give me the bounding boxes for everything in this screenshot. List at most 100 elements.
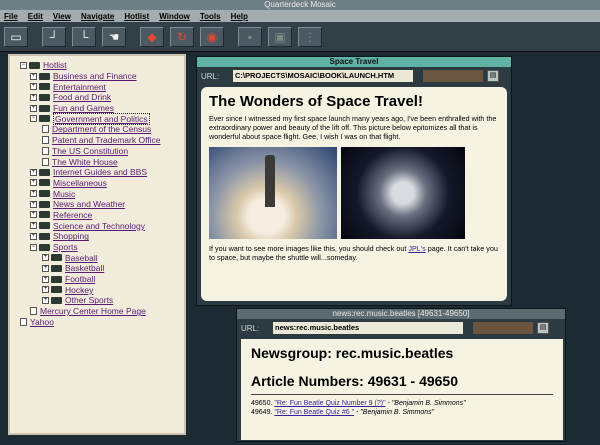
- hotlist-item[interactable]: + Basketball: [20, 263, 180, 274]
- hotlist-item[interactable]: Yahoo: [20, 317, 180, 328]
- hotlist-item-label[interactable]: Mercury Center Home Page: [40, 306, 146, 316]
- hotlist-item-label[interactable]: Department of the Census: [52, 124, 151, 134]
- hotlist-item[interactable]: + Music: [20, 188, 180, 199]
- hotlist-item[interactable]: + Shopping: [20, 231, 180, 242]
- back-button[interactable]: ┘: [42, 26, 66, 47]
- hand-button[interactable]: ☚: [102, 26, 126, 47]
- expand-icon[interactable]: +: [30, 211, 37, 219]
- collapse-icon[interactable]: −: [30, 115, 37, 123]
- hotlist-item[interactable]: + Baseball: [20, 252, 180, 263]
- hotlist-item[interactable]: + Other Sports: [20, 295, 180, 306]
- document-icon[interactable]: ▤: [487, 70, 499, 82]
- url-input[interactable]: C:\PROJECTS\MOSAIC\BOOK\LAUNCH.HTM: [233, 70, 413, 82]
- expand-icon[interactable]: +: [42, 254, 49, 262]
- hotlist-item-label[interactable]: Internet Guides and BBS: [53, 167, 147, 177]
- hotlist-item-label[interactable]: Football: [65, 274, 95, 284]
- hotlist-item-label[interactable]: News and Weather: [53, 199, 125, 209]
- hotlist-item-label[interactable]: Basketball: [65, 263, 104, 273]
- menu-view[interactable]: View: [53, 12, 71, 21]
- hotlist-item[interactable]: + Football: [20, 274, 180, 285]
- hotlist-item[interactable]: + Miscellaneous: [20, 178, 180, 189]
- article-link[interactable]: "Re: Fun Beatle Quiz Number 9 (?)": [274, 400, 385, 407]
- hotlist-item[interactable]: + Reference: [20, 210, 180, 221]
- expand-icon[interactable]: +: [42, 264, 49, 272]
- divider: [251, 394, 553, 395]
- hotlist-item-label[interactable]: Sports: [53, 242, 78, 252]
- article-link[interactable]: "Re: Fun Beatle Quiz #6 ": [274, 409, 354, 416]
- hotlist-item-label[interactable]: Government and Politics: [53, 112, 150, 125]
- print-button[interactable]: ▪: [238, 26, 262, 47]
- expand-icon[interactable]: +: [30, 104, 37, 112]
- url-input[interactable]: news:rec.music.beatles: [273, 322, 463, 334]
- hotlist-item-label[interactable]: Baseball: [65, 253, 98, 263]
- collapse-icon[interactable]: −: [20, 61, 27, 69]
- hotlist-item-label[interactable]: Business and Finance: [53, 71, 137, 81]
- hotlist-item[interactable]: + Food and Drink: [20, 92, 180, 103]
- stop-button[interactable]: ◆: [140, 26, 164, 47]
- menu-edit[interactable]: Edit: [28, 12, 43, 21]
- hotlist-item[interactable]: + Entertainment: [20, 81, 180, 92]
- hotlist-item[interactable]: Mercury Center Home Page: [20, 306, 180, 317]
- expand-icon[interactable]: +: [30, 83, 37, 91]
- menu-navigate[interactable]: Navigate: [81, 12, 114, 21]
- window-title[interactable]: Space Travel: [197, 57, 511, 67]
- hotlist-item-label[interactable]: Fun and Games: [53, 103, 114, 113]
- hotlist-item[interactable]: Patent and Trademark Office: [20, 135, 180, 146]
- hotlist-item-label[interactable]: Hockey: [65, 285, 93, 295]
- hotlist-item[interactable]: + Internet Guides and BBS: [20, 167, 180, 178]
- hotlist-item-label[interactable]: Patent and Trademark Office: [52, 135, 161, 145]
- hotlist-item-label[interactable]: Music: [53, 189, 75, 199]
- hotlist-item[interactable]: − Government and Politics: [20, 112, 180, 125]
- expand-icon[interactable]: +: [30, 168, 37, 176]
- save-button[interactable]: ▣: [268, 26, 292, 47]
- menu-help[interactable]: Help: [231, 12, 248, 21]
- hotlist-item-label[interactable]: Hotlist: [43, 60, 67, 70]
- hotlist-item[interactable]: Department of the Census: [20, 124, 180, 135]
- menu-tools[interactable]: Tools: [200, 12, 221, 21]
- expand-icon[interactable]: +: [30, 72, 37, 80]
- expand-icon[interactable]: +: [42, 275, 49, 283]
- collapse-icon[interactable]: −: [30, 243, 37, 251]
- hotlist-item[interactable]: + Science and Technology: [20, 220, 180, 231]
- reload-button[interactable]: ↻: [170, 26, 194, 47]
- expand-icon[interactable]: +: [30, 179, 37, 187]
- expand-icon[interactable]: +: [30, 232, 37, 240]
- window-title[interactable]: news:rec.music.beatles [49631-49650]: [237, 309, 565, 319]
- hotlist-item[interactable]: + News and Weather: [20, 199, 180, 210]
- document-icon[interactable]: ▤: [537, 322, 549, 334]
- expand-icon[interactable]: +: [30, 190, 37, 198]
- hotlist-item-label[interactable]: Entertainment: [53, 82, 106, 92]
- hotlist-item-label[interactable]: Other Sports: [65, 295, 113, 305]
- hotlist-item-label[interactable]: Yahoo: [30, 317, 54, 327]
- menu-window[interactable]: Window: [159, 12, 190, 21]
- expand-icon[interactable]: +: [30, 200, 37, 208]
- hotlist-item-label[interactable]: Shopping: [53, 231, 89, 241]
- hotlist-item[interactable]: + Business and Finance: [20, 71, 180, 82]
- mosaic-logo-button[interactable]: ◉: [200, 26, 224, 47]
- open-button[interactable]: ▭: [4, 26, 28, 47]
- expand-icon[interactable]: +: [42, 286, 49, 294]
- hotlist-item-label[interactable]: Miscellaneous: [53, 178, 107, 188]
- hotlist-item-label[interactable]: Science and Technology: [53, 221, 145, 231]
- url-label: URL:: [241, 323, 260, 333]
- hotlist-item-label[interactable]: Food and Drink: [53, 92, 111, 102]
- menu-file[interactable]: File: [4, 12, 18, 21]
- expand-icon[interactable]: +: [30, 222, 37, 230]
- hotlist-item[interactable]: The White House: [20, 156, 180, 167]
- hotlist-item[interactable]: + Hockey: [20, 284, 180, 295]
- expand-icon[interactable]: +: [42, 296, 49, 304]
- menu-hotlist[interactable]: Hotlist: [124, 12, 149, 21]
- hotlist-item[interactable]: − Hotlist: [20, 60, 180, 71]
- space-travel-window[interactable]: Space Travel URL: C:\PROJECTS\MOSAIC\BOO…: [196, 56, 512, 306]
- hotlist-item[interactable]: The US Constitution: [20, 146, 180, 157]
- home-button[interactable]: └: [72, 26, 96, 47]
- help-button[interactable]: ⋮: [298, 26, 322, 47]
- hotlist-item-label[interactable]: The US Constitution: [52, 146, 128, 156]
- jpl-link[interactable]: JPL's: [408, 244, 425, 253]
- hotlist-item-label[interactable]: Reference: [53, 210, 92, 220]
- document-icon: [42, 125, 49, 134]
- hotlist-item-label[interactable]: The White House: [52, 157, 118, 167]
- newsgroup-window[interactable]: news:rec.music.beatles [49631-49650] URL…: [236, 308, 566, 442]
- expand-icon[interactable]: +: [30, 93, 37, 101]
- hotlist-item[interactable]: − Sports: [20, 242, 180, 253]
